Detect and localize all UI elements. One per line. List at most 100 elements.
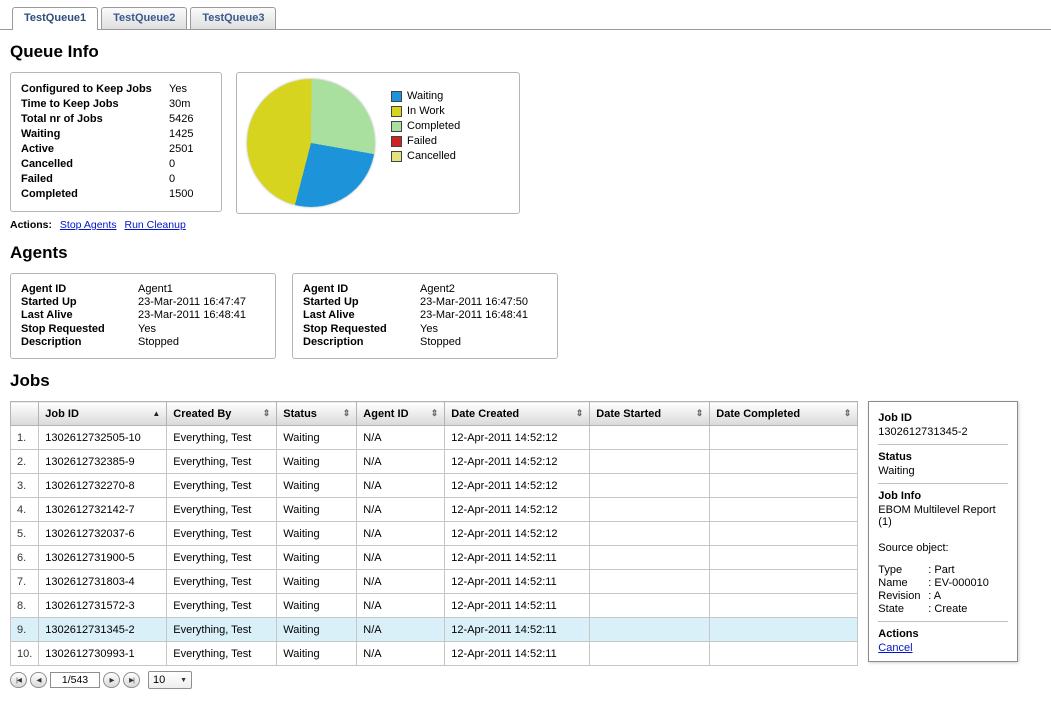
page-number-input[interactable] bbox=[50, 672, 100, 688]
table-row[interactable]: 4.1302612732142-7Everything, TestWaiting… bbox=[11, 498, 858, 522]
tab-testqueue3[interactable]: TestQueue3 bbox=[190, 7, 276, 29]
cell-job-id: 1302612732142-7 bbox=[39, 498, 167, 522]
job-detail-panel: Job ID 1302612731345-2 Status Waiting Jo… bbox=[868, 401, 1018, 662]
column-header-date-started[interactable]: Date Started ⇕ bbox=[590, 402, 710, 426]
legend-item: Waiting bbox=[391, 90, 460, 102]
sort-icon[interactable]: ⇕ bbox=[576, 409, 584, 418]
queue-actions: Actions: Stop Agents Run Cleanup bbox=[10, 219, 222, 231]
property-label: State bbox=[878, 603, 928, 616]
stop-agents-link[interactable]: Stop Agents bbox=[60, 219, 117, 231]
cell-date-completed bbox=[710, 426, 858, 450]
stat-label: Configured to Keep Jobs bbox=[21, 82, 169, 97]
legend-item: Failed bbox=[391, 135, 460, 147]
sort-icon[interactable]: ⇕ bbox=[343, 409, 351, 418]
sort-icon[interactable]: ⇕ bbox=[431, 409, 439, 418]
legend-swatch-waiting bbox=[391, 91, 402, 102]
chart-legend: Waiting In Work Completed Failed Cancell… bbox=[391, 90, 460, 165]
column-label: Agent ID bbox=[363, 408, 408, 420]
agents-heading: Agents bbox=[10, 243, 1041, 263]
stat-label: Active bbox=[21, 142, 169, 157]
agent-field-value: 23-Mar-2011 16:47:50 bbox=[420, 296, 528, 309]
agent-field-label: Last Alive bbox=[21, 309, 138, 322]
table-row[interactable]: 8.1302612731572-3Everything, TestWaiting… bbox=[11, 594, 858, 618]
cell-status: Waiting bbox=[277, 426, 357, 450]
column-header-agent-id[interactable]: Agent ID ⇕ bbox=[357, 402, 445, 426]
legend-item: In Work bbox=[391, 105, 460, 117]
cell-job-id: 1302612731572-3 bbox=[39, 594, 167, 618]
sort-asc-icon[interactable]: ▲ bbox=[152, 409, 160, 418]
cell-created-by: Everything, Test bbox=[167, 498, 277, 522]
table-row[interactable]: 10.1302612730993-1Everything, TestWaitin… bbox=[11, 642, 858, 666]
cell-agent-id: N/A bbox=[357, 546, 445, 570]
cell-date-completed bbox=[710, 546, 858, 570]
stat-value: 30m bbox=[169, 97, 190, 112]
column-header-job-id[interactable]: Job ID ▲ bbox=[39, 402, 167, 426]
stat-value: 5426 bbox=[169, 112, 193, 127]
property-value: : EV-000010 bbox=[928, 577, 989, 590]
detail-job-id-label: Job ID bbox=[878, 409, 1008, 426]
cell-date-created: 12-Apr-2011 14:52:12 bbox=[445, 450, 590, 474]
row-number: 6. bbox=[11, 546, 39, 570]
table-row[interactable]: 7.1302612731803-4Everything, TestWaiting… bbox=[11, 570, 858, 594]
stat-label: Waiting bbox=[21, 127, 169, 142]
cell-status: Waiting bbox=[277, 450, 357, 474]
property-label: Revision bbox=[878, 590, 928, 603]
cell-date-completed bbox=[710, 642, 858, 666]
column-header-date-created[interactable]: Date Created⇕ bbox=[445, 402, 590, 426]
divider bbox=[878, 444, 1008, 445]
cell-created-by: Everything, Test bbox=[167, 546, 277, 570]
table-row[interactable]: 1.1302612732505-10Everything, TestWaitin… bbox=[11, 426, 858, 450]
run-cleanup-link[interactable]: Run Cleanup bbox=[124, 219, 185, 231]
stat-value: 0 bbox=[169, 157, 175, 172]
cell-date-created: 12-Apr-2011 14:52:11 bbox=[445, 546, 590, 570]
cell-date-started bbox=[590, 642, 710, 666]
page-size-select[interactable]: 10▼ bbox=[148, 671, 192, 689]
next-page-button[interactable]: ▶ bbox=[103, 672, 120, 688]
column-header-created-by[interactable]: Created By⇕ bbox=[167, 402, 277, 426]
cell-date-created: 12-Apr-2011 14:52:11 bbox=[445, 570, 590, 594]
cancel-job-link[interactable]: Cancel bbox=[878, 642, 912, 654]
legend-label: Failed bbox=[407, 135, 437, 147]
first-page-button[interactable]: |◀ bbox=[10, 672, 27, 688]
cell-date-created: 12-Apr-2011 14:52:11 bbox=[445, 618, 590, 642]
detail-source-object-label: Source object: bbox=[878, 542, 1008, 554]
prev-page-button[interactable]: ◀ bbox=[30, 672, 47, 688]
column-label: Job ID bbox=[45, 408, 79, 420]
cell-status: Waiting bbox=[277, 618, 357, 642]
cell-agent-id: N/A bbox=[357, 426, 445, 450]
sort-icon[interactable]: ⇕ bbox=[263, 409, 271, 418]
agent-field-value: Agent2 bbox=[420, 283, 455, 296]
legend-swatch-cancelled bbox=[391, 151, 402, 162]
column-header-status[interactable]: Status⇕ bbox=[277, 402, 357, 426]
column-header-date-completed[interactable]: Date Completed⇕ bbox=[710, 402, 858, 426]
table-row-selected[interactable]: 9.1302612731345-2Everything, TestWaiting… bbox=[11, 618, 858, 642]
queue-tab-bar: TestQueue1 TestQueue2 TestQueue3 bbox=[0, 0, 1051, 30]
sort-icon[interactable]: ⇕ bbox=[696, 409, 704, 418]
table-row[interactable]: 3.1302612732270-8Everything, TestWaiting… bbox=[11, 474, 858, 498]
sort-icon[interactable]: ⇕ bbox=[844, 409, 852, 418]
detail-property: Revision: A bbox=[878, 590, 1008, 603]
cell-date-created: 12-Apr-2011 14:52:12 bbox=[445, 474, 590, 498]
stat-label: Time to Keep Jobs bbox=[21, 97, 169, 112]
tab-testqueue1[interactable]: TestQueue1 bbox=[12, 7, 98, 30]
legend-swatch-failed bbox=[391, 136, 402, 147]
cell-date-completed bbox=[710, 618, 858, 642]
agent-field-label: Description bbox=[21, 336, 138, 349]
actions-label: Actions: bbox=[10, 219, 52, 231]
table-row[interactable]: 6.1302612731900-5Everything, TestWaiting… bbox=[11, 546, 858, 570]
cell-agent-id: N/A bbox=[357, 642, 445, 666]
cell-agent-id: N/A bbox=[357, 570, 445, 594]
agent-field-label: Agent ID bbox=[303, 283, 420, 296]
cell-created-by: Everything, Test bbox=[167, 594, 277, 618]
agent-field-label: Started Up bbox=[303, 296, 420, 309]
legend-label: In Work bbox=[407, 105, 445, 117]
tab-testqueue2[interactable]: TestQueue2 bbox=[101, 7, 187, 29]
cell-agent-id: N/A bbox=[357, 474, 445, 498]
table-row[interactable]: 5.1302612732037-6Everything, TestWaiting… bbox=[11, 522, 858, 546]
cell-status: Waiting bbox=[277, 594, 357, 618]
last-page-button[interactable]: ▶| bbox=[123, 672, 140, 688]
property-value: : Part bbox=[928, 564, 954, 577]
detail-job-id-value: 1302612731345-2 bbox=[878, 426, 1008, 442]
column-label: Date Started bbox=[596, 408, 661, 420]
table-row[interactable]: 2.1302612732385-9Everything, TestWaiting… bbox=[11, 450, 858, 474]
